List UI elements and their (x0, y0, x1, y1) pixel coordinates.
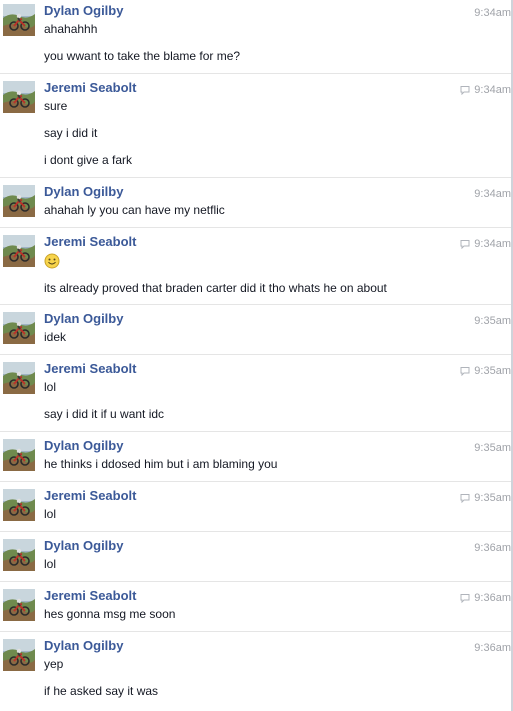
message-group: Jeremi Seabolt 9:36am hes gonna msg me s… (0, 581, 511, 621)
timestamp: 9:34am (474, 188, 511, 200)
message-group: Jeremi Seabolt 9:35am lol (0, 481, 511, 521)
avatar[interactable] (3, 489, 35, 521)
seen-message-icon (460, 493, 470, 507)
timestamp: 9:34am (474, 7, 511, 19)
message-group: Jeremi Seabolt 9:34am sure say i did it … (0, 73, 511, 167)
timestamp: 9:36am (474, 642, 511, 654)
sender-name[interactable]: Dylan Ogilby (44, 538, 123, 554)
message-text: lol (44, 380, 57, 394)
avatar[interactable] (3, 539, 35, 571)
message-text: he thinks i ddosed him but i am blaming … (44, 457, 278, 471)
timestamp: 9:34am (460, 237, 511, 253)
timestamp: 9:36am (460, 591, 511, 607)
timestamp: 9:34am (460, 83, 511, 99)
timestamp: 9:35am (474, 315, 511, 327)
message-group: Dylan Ogilby 9:34am ahahah ly you can ha… (0, 177, 511, 217)
message-group: Dylan Ogilby 9:36am lol (0, 531, 511, 571)
sender-name[interactable]: Dylan Ogilby (44, 3, 123, 19)
sender-name[interactable]: Jeremi Seabolt (44, 80, 137, 96)
message-group: Dylan Ogilby 9:36am yep if he asked say … (0, 631, 511, 698)
seen-message-icon (460, 85, 470, 99)
timestamp: 9:35am (474, 442, 511, 454)
message-text: its already proved that braden carter di… (44, 281, 387, 295)
message-text: say i did it if u want idc (44, 407, 165, 421)
message-group: Jeremi Seabolt 9:35am lol say i did it i… (0, 354, 511, 421)
sender-name[interactable]: Dylan Ogilby (44, 438, 123, 454)
message-text: ahahah ly you can have my netflic (44, 203, 225, 217)
message-text: i dont give a fark (44, 153, 133, 167)
sender-name[interactable]: Jeremi Seabolt (44, 488, 137, 504)
avatar[interactable] (3, 589, 35, 621)
avatar[interactable] (3, 235, 35, 267)
sender-name[interactable]: Dylan Ogilby (44, 184, 123, 200)
avatar[interactable] (3, 639, 35, 671)
message-group: Jeremi Seabolt 9:34am its already proved… (0, 227, 511, 295)
timestamp: 9:36am (474, 542, 511, 554)
message-text: hes gonna msg me soon (44, 607, 176, 621)
message-text: lol (44, 557, 57, 571)
seen-message-icon (460, 593, 470, 607)
message-text: idek (44, 330, 67, 344)
message-text: you wwant to take the blame for me? (44, 49, 241, 63)
avatar[interactable] (3, 4, 35, 36)
sender-name[interactable]: Jeremi Seabolt (44, 234, 137, 250)
seen-message-icon (460, 366, 470, 380)
avatar[interactable] (3, 185, 35, 217)
message-group: Dylan Ogilby 9:35am idek (0, 304, 511, 344)
sender-name[interactable]: Dylan Ogilby (44, 311, 123, 327)
avatar[interactable] (3, 439, 35, 471)
message-text: if he asked say it was (44, 684, 159, 698)
smiley-emoji-icon (44, 253, 60, 269)
message-text: ahahahhh (44, 22, 98, 36)
timestamp: 9:35am (460, 364, 511, 380)
message-text: lol (44, 507, 57, 521)
message-text: yep (44, 657, 64, 671)
timestamp: 9:35am (460, 491, 511, 507)
message-group: Dylan Ogilby 9:35am he thinks i ddosed h… (0, 431, 511, 471)
avatar[interactable] (3, 362, 35, 394)
sender-name[interactable]: Jeremi Seabolt (44, 588, 137, 604)
sender-name[interactable]: Jeremi Seabolt (44, 361, 137, 377)
avatar[interactable] (3, 312, 35, 344)
sender-name[interactable]: Dylan Ogilby (44, 638, 123, 654)
avatar[interactable] (3, 81, 35, 113)
message-text: sure (44, 99, 68, 113)
seen-message-icon (460, 239, 470, 253)
message-text: say i did it (44, 126, 98, 140)
